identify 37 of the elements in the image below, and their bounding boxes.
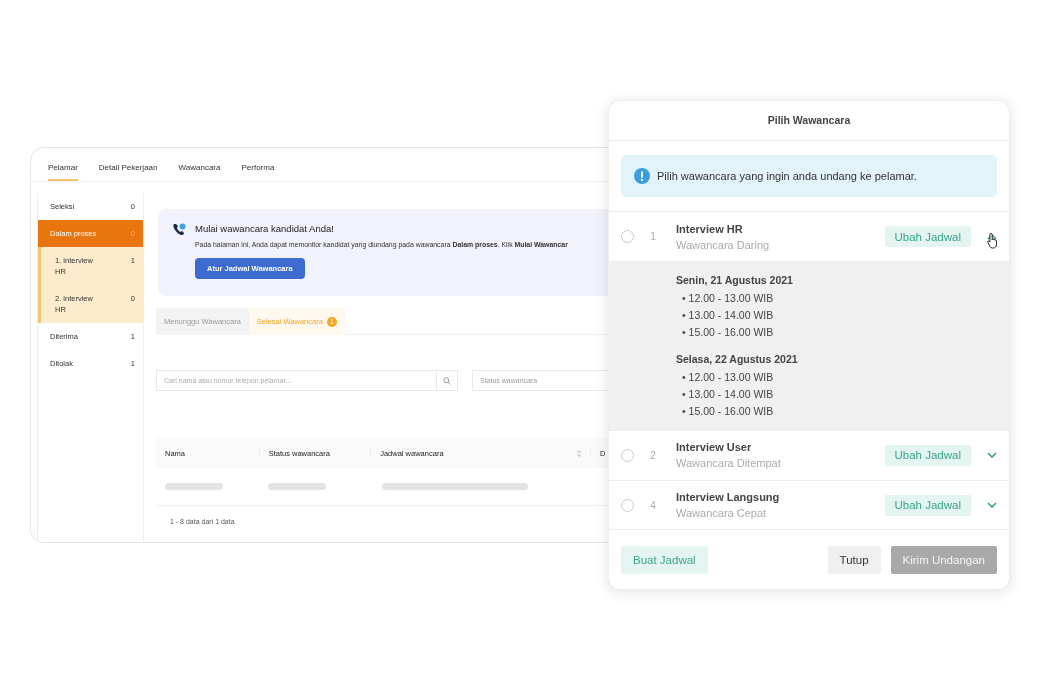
interview-title: Interview User	[676, 441, 753, 454]
dialog-title: Pilih Wawancara	[609, 101, 1009, 141]
loading-placeholder	[268, 483, 326, 490]
dialog-button[interactable]: Tutup	[827, 545, 881, 574]
schedule-date: Selasa, 22 Agustus 2021	[676, 353, 799, 366]
radio-button[interactable]	[621, 448, 634, 462]
radio-button[interactable]	[621, 230, 634, 244]
interview-number: 1	[649, 231, 657, 243]
interview-type: Wawancara Ditempat	[676, 457, 782, 470]
time-slot: • 13.00 - 14.00 WIB	[682, 386, 774, 404]
page-tab[interactable]: Pelamar	[48, 163, 78, 181]
time-slot: • 13.00 - 14.00 WIB	[682, 307, 774, 325]
time-slot: • 15.00 - 16.00 WIB	[682, 403, 774, 421]
info-text: Pilih wawancara yang ingin anda undang ke pelamar.	[657, 170, 917, 183]
sort-icon[interactable]	[576, 448, 582, 458]
interview-type: Wawancara Daring	[676, 238, 771, 251]
page-tab[interactable]: Performa	[241, 163, 275, 181]
page-tab[interactable]: Detail Pekerjaan	[98, 163, 158, 181]
loading-placeholder	[165, 483, 223, 490]
time-slot: • 15.00 - 16.00 WIB	[682, 324, 774, 342]
interview-number: 4	[649, 499, 657, 511]
banner-title: Mulai wawancara kandidat Anda!	[195, 223, 334, 234]
time-slot: • 12.00 - 13.00 WIB	[682, 290, 774, 308]
interview-title: Interview HR	[676, 222, 744, 235]
interview-row[interactable]: 4 Interview Langsung Wawancara Cepat Ubah Jadwal	[609, 479, 1009, 530]
interview-number: 2	[649, 449, 657, 461]
radio-button[interactable]	[621, 498, 634, 512]
time-slot: • 12.00 - 13.00 WIB	[682, 369, 774, 387]
search-button[interactable]	[437, 370, 458, 391]
info-icon	[634, 168, 650, 185]
interview-type: Wawancara Cepat	[676, 507, 768, 520]
phone-icon	[172, 223, 186, 236]
page-tab[interactable]: Wawancara	[178, 163, 221, 181]
interview-title: Interview Langsung	[676, 491, 781, 504]
schedule-date: Senin, 21 Agustus 2021	[676, 274, 794, 287]
interview-row[interactable]: 2 Interview User Wawancara Ditempat Ubah Jadwal	[609, 430, 1009, 480]
search-icon	[443, 376, 451, 385]
